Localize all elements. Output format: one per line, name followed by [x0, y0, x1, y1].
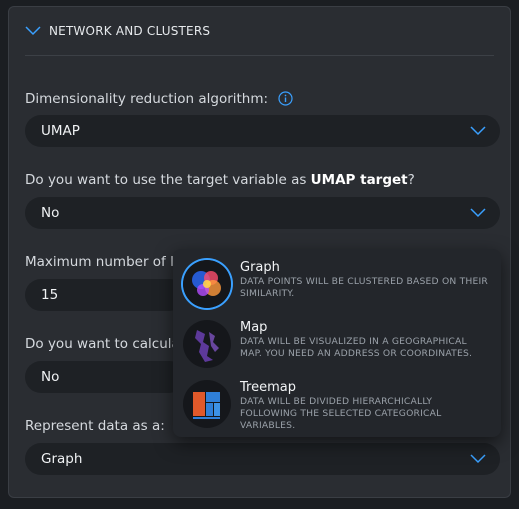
- option-graph[interactable]: Graph DATA POINTS WILL BE CLUSTERED BASE…: [183, 260, 493, 314]
- links-label: Maximum number of link: [25, 253, 194, 271]
- section-header[interactable]: NETWORK AND CLUSTERS: [25, 21, 494, 56]
- chevron-down-icon: [25, 26, 41, 36]
- target-label-suffix: ?: [407, 172, 415, 188]
- option-description: DATA WILL BE DIVIDED HIERARCHICALLY FOLL…: [240, 396, 442, 431]
- option-title: Treemap: [240, 380, 296, 395]
- represent-select[interactable]: Graph: [25, 443, 500, 475]
- chevron-down-icon: [470, 208, 486, 218]
- option-title: Graph: [240, 260, 280, 275]
- target-label-bold: UMAP target: [310, 172, 408, 188]
- target-label-prefix: Do you want to use the target variable a…: [25, 172, 311, 188]
- calculate-label: Do you want to calculate: [25, 335, 193, 353]
- represent-value: Graph: [41, 451, 83, 467]
- option-map[interactable]: Map DATA WILL BE VISUALIZED IN A GEOGRAP…: [183, 320, 493, 374]
- algorithm-value: UMAP: [41, 123, 80, 139]
- represent-label: Represent data as a:: [25, 417, 190, 435]
- chevron-down-icon: [470, 126, 486, 136]
- option-title: Map: [240, 320, 268, 335]
- target-label: Do you want to use the target variable a…: [25, 171, 415, 189]
- links-value: 15: [41, 287, 59, 303]
- algorithm-select[interactable]: UMAP: [25, 115, 500, 147]
- target-value: No: [41, 205, 60, 221]
- representation-popup: Graph DATA POINTS WILL BE CLUSTERED BASE…: [173, 249, 501, 437]
- algorithm-label-text: Dimensionality reduction algorithm:: [25, 91, 269, 107]
- graph-thumbnail-icon: [183, 260, 231, 308]
- chevron-down-icon: [470, 454, 486, 464]
- target-select[interactable]: No: [25, 197, 500, 229]
- info-icon[interactable]: [278, 91, 293, 106]
- treemap-thumbnail-icon: [183, 380, 231, 428]
- links-label-text: Maximum number of link: [25, 254, 194, 270]
- represent-label-text: Represent data as a:: [25, 418, 165, 434]
- map-thumbnail-icon: [183, 320, 231, 368]
- option-treemap[interactable]: Treemap DATA WILL BE DIVIDED HIERARCHICA…: [183, 380, 493, 434]
- calculate-value: No: [41, 369, 60, 385]
- links-input[interactable]: 15: [25, 279, 185, 311]
- calculate-label-text: Do you want to calculate: [25, 336, 194, 352]
- option-description: DATA POINTS WILL BE CLUSTERED BASED ON T…: [240, 276, 488, 299]
- section-title: NETWORK AND CLUSTERS: [49, 24, 211, 38]
- algorithm-label: Dimensionality reduction algorithm:: [25, 90, 293, 108]
- calculate-select[interactable]: No: [25, 361, 185, 393]
- option-description: DATA WILL BE VISUALIZED IN A GEOGRAPHICA…: [240, 336, 473, 359]
